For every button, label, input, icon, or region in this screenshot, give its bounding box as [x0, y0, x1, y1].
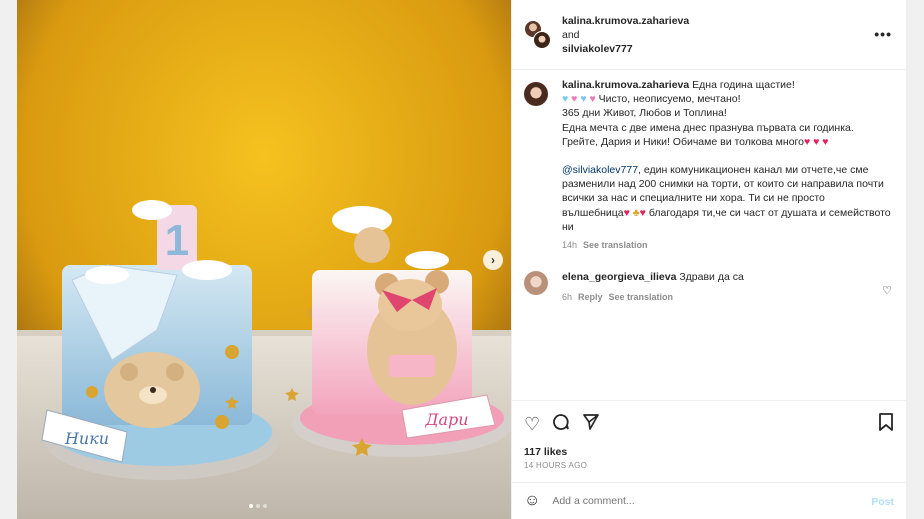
- comment-bubble-icon[interactable]: [552, 413, 570, 434]
- username-link[interactable]: silviakolev777: [562, 42, 689, 56]
- share-paper-plane-icon[interactable]: [582, 413, 600, 434]
- avatar[interactable]: [524, 271, 548, 296]
- username-link[interactable]: kalina.krumova.zaharieva: [562, 79, 689, 91]
- carousel-dot: [249, 504, 253, 508]
- timestamp: 14h: [562, 240, 578, 251]
- comment-like-heart-icon[interactable]: ♡: [882, 284, 892, 297]
- avatar[interactable]: [524, 82, 548, 106]
- cake-left-label: Ники: [64, 429, 109, 448]
- cake-right-label: Дари: [424, 410, 468, 429]
- post-timestamp: 14 HOURS AGO: [524, 461, 588, 470]
- post-dialog: 1 Ники Дари › kalina.krumova.zaharieva a…: [17, 0, 906, 519]
- emoji: ♣: [632, 206, 640, 219]
- reply-link[interactable]: Reply: [578, 292, 603, 302]
- caption: kalina.krumova.zaharieva Една година щас…: [524, 78, 894, 252]
- red-hearts-emoji: ♥ ♥ ♥: [803, 135, 829, 148]
- carousel-dot: [263, 504, 267, 508]
- comments-list: kalina.krumova.zaharieva Една година щас…: [524, 78, 894, 305]
- mention-link[interactable]: @silviakolev777: [562, 164, 638, 176]
- collab-avatars[interactable]: [524, 19, 552, 50]
- see-translation-link[interactable]: See translation: [583, 240, 648, 250]
- joiner-text: and: [562, 28, 580, 41]
- like-heart-icon[interactable]: ♡: [524, 415, 540, 433]
- carousel-dot: [256, 504, 260, 508]
- caption-line: Една година щастие!: [692, 79, 795, 91]
- avatar[interactable]: [533, 30, 551, 49]
- carousel-dots: [249, 504, 267, 508]
- candle-number: 1: [165, 216, 189, 265]
- post-button[interactable]: Post: [871, 496, 894, 508]
- caption-line: Грейте, Дария и Ники! Обичаме ви толкова…: [562, 135, 804, 148]
- emoji-smiley-icon[interactable]: ☺: [524, 492, 540, 510]
- post-image: 1 Ники Дари ›: [17, 0, 511, 519]
- side-panel: kalina.krumova.zaharieva and silviakolev…: [511, 0, 906, 519]
- cakes-photo: 1 Ники Дари: [17, 0, 511, 519]
- bookmark-icon[interactable]: [878, 413, 894, 434]
- emoji: ♥: [639, 206, 646, 219]
- username-link[interactable]: kalina.krumova.zaharieva: [562, 14, 689, 28]
- collab-names: kalina.krumova.zaharieva and silviakolev…: [562, 14, 689, 56]
- comment: elena_georgieva_ilieva Здрави да са 6h Re…: [524, 270, 894, 304]
- add-comment-bar: ☺ Post: [512, 482, 906, 519]
- caption-line: Една мечта с две имена днес празнува пър…: [562, 121, 854, 134]
- next-image-button[interactable]: ›: [483, 250, 503, 270]
- post-header: kalina.krumova.zaharieva and silviakolev…: [512, 0, 906, 70]
- comment-text: Здрави да са: [679, 271, 744, 284]
- timestamp: 6h: [562, 292, 573, 303]
- more-options-icon[interactable]: •••: [874, 26, 892, 42]
- likes-count[interactable]: 117 likes: [524, 446, 894, 458]
- see-translation-link[interactable]: See translation: [609, 292, 674, 302]
- comment-input[interactable]: [552, 495, 833, 507]
- caption-line: Чисто, неописуемо, мечтано!: [598, 93, 741, 106]
- action-bar: ♡ 117 likes 14 HOURS AGO: [512, 400, 906, 470]
- caption-meta: 14h See translation: [562, 238, 894, 252]
- username-link[interactable]: elena_georgieva_ilieva: [562, 271, 676, 283]
- caption-line: 365 дни Живот, Любов и Топлина!: [562, 107, 727, 120]
- hearts-emoji: ♥ ♥ ♥ ♥: [562, 93, 596, 106]
- emoji: ♥: [623, 206, 630, 219]
